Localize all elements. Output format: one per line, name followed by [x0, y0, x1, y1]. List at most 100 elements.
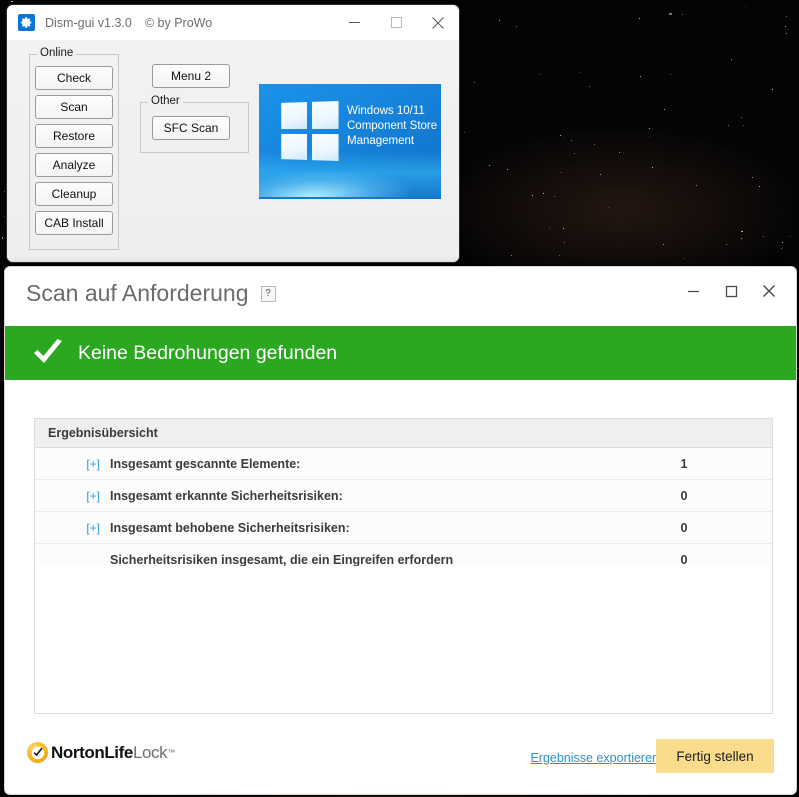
table-row[interactable]: [+] Insgesamt erkannte Sicherheitsrisike…	[35, 480, 772, 512]
logo-lock: Lock	[132, 743, 168, 762]
details-panel	[34, 566, 773, 714]
help-icon[interactable]: ?	[260, 285, 276, 302]
star	[784, 26, 786, 28]
row-label: Sicherheitsrisiken insgesamt, die ein Ei…	[110, 552, 454, 567]
maximize-icon[interactable]	[375, 5, 417, 40]
star	[558, 254, 560, 256]
analyze-button[interactable]: Analyze	[35, 153, 113, 177]
check-button[interactable]: Check	[35, 66, 113, 90]
star	[682, 257, 685, 260]
maximize-icon[interactable]	[716, 277, 746, 305]
star	[600, 173, 601, 175]
check-badge-icon	[27, 742, 48, 763]
star	[789, 236, 791, 238]
star	[696, 185, 698, 187]
star	[510, 255, 512, 256]
star	[564, 241, 566, 243]
star	[744, 6, 746, 8]
windows-logo-icon	[281, 101, 339, 161]
star	[652, 167, 654, 168]
online-group-label: Online	[37, 47, 77, 59]
star	[589, 85, 591, 87]
gear-icon	[18, 14, 35, 31]
star	[741, 231, 743, 233]
expander-icon[interactable]: [+]	[72, 457, 100, 471]
minimize-icon[interactable]	[678, 277, 708, 305]
dism-gui-window[interactable]: Dism-gui v1.3.0 © by ProWo Online Check …	[6, 4, 460, 263]
star	[515, 26, 517, 28]
star	[559, 134, 562, 137]
nortonlifelock-logo: NortonLifeLock™	[27, 742, 175, 763]
star	[771, 89, 773, 91]
minimize-icon[interactable]	[333, 5, 375, 40]
star	[543, 192, 545, 194]
star	[786, 16, 788, 18]
cleanup-button[interactable]: Cleanup	[35, 182, 113, 206]
logo-life: Life	[104, 743, 133, 762]
row-label: Insgesamt behobene Sicherheitsrisiken:	[110, 520, 350, 535]
star	[574, 152, 575, 154]
status-banner-text: Keine Bedrohungen gefunden	[78, 341, 338, 364]
star	[797, 368, 799, 370]
star	[638, 17, 640, 19]
row-value: 0	[680, 520, 688, 535]
row-label: Insgesamt erkannte Sicherheitsrisiken:	[110, 488, 343, 503]
table-row[interactable]: [+] Insgesamt behobene Sicherheitsrisike…	[35, 512, 772, 544]
logo-norton: Norton	[51, 743, 105, 762]
star	[594, 144, 595, 146]
star	[548, 227, 550, 229]
star	[499, 20, 501, 22]
expander-icon[interactable]: [+]	[72, 521, 100, 535]
row-value: 0	[680, 488, 688, 503]
star	[752, 177, 754, 178]
finish-button[interactable]: Fertig stellen	[656, 739, 774, 773]
page-title: Scan auf Anforderung ?	[26, 280, 276, 307]
star	[662, 243, 665, 245]
close-icon[interactable]	[754, 277, 784, 305]
star	[488, 165, 490, 167]
restore-button[interactable]: Restore	[35, 124, 113, 148]
table-row[interactable]: [+] Insgesamt gescannte Elemente: 1	[35, 448, 772, 480]
star	[4, 191, 5, 193]
star	[725, 244, 727, 245]
cab-install-button[interactable]: CAB Install	[35, 211, 113, 235]
dism-window-title: Dism-gui v1.3.0	[45, 15, 132, 30]
star	[463, 132, 465, 134]
row-value: 1	[680, 456, 688, 471]
star	[540, 73, 542, 75]
banner-line-1: Windows 10/11	[347, 105, 425, 117]
dism-window-controls	[333, 5, 459, 40]
menu-2-button[interactable]: Menu 2	[152, 64, 230, 88]
star	[759, 185, 761, 187]
star	[563, 137, 565, 139]
norton-scan-dialog[interactable]: Scan auf Anforderung ? Keine Bedrohungen…	[4, 266, 797, 795]
star	[780, 248, 782, 249]
star	[570, 140, 572, 142]
row-label: Insgesamt gescannte Elemente:	[110, 456, 301, 471]
star	[728, 125, 730, 127]
sfc-scan-button[interactable]: SFC Scan	[152, 116, 230, 140]
star	[554, 195, 556, 197]
norton-dialog-footer: NortonLifeLock™ Ergebnisse exportieren F…	[5, 721, 796, 794]
expander-icon[interactable]: [+]	[72, 489, 100, 503]
export-results-link[interactable]: Ergebnisse exportieren	[530, 751, 659, 765]
star	[762, 236, 764, 238]
star	[664, 108, 665, 110]
banner-line-2: Component Store	[347, 120, 438, 132]
close-icon[interactable]	[417, 5, 459, 40]
banner-text: Windows 10/11 Component Store Management	[347, 104, 437, 149]
logo-tm: ™	[167, 748, 175, 757]
dism-titlebar[interactable]: Dism-gui v1.3.0 © by ProWo	[7, 5, 459, 40]
banner-line-3: Management	[347, 135, 415, 147]
star	[782, 241, 784, 243]
star	[618, 152, 620, 154]
status-banner: Keine Bedrohungen gefunden	[5, 326, 796, 380]
star	[474, 82, 476, 84]
star	[669, 13, 672, 16]
star	[506, 168, 508, 170]
scan-button[interactable]: Scan	[35, 95, 113, 119]
star	[580, 72, 582, 74]
star	[649, 135, 651, 137]
star	[2, 237, 4, 239]
star	[639, 75, 641, 77]
